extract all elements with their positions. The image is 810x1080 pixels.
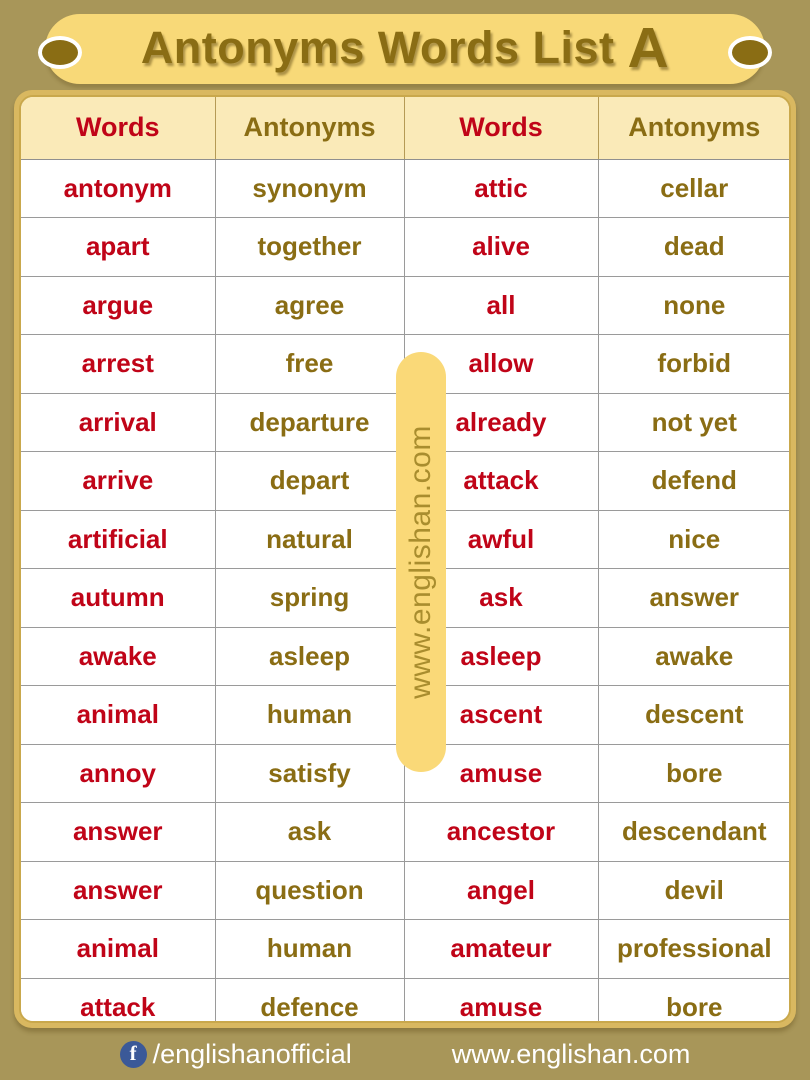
cell-antonym-2: cellar <box>598 159 789 218</box>
cell-antonym-2: answer <box>598 568 789 628</box>
cell-antonym-1: spring <box>215 568 405 628</box>
facebook-icon: f <box>119 1040 147 1068</box>
cell-antonym-2: dead <box>598 217 789 277</box>
page-title: Antonyms Words List A <box>45 14 765 84</box>
cell-antonym-2: devil <box>598 861 789 920</box>
cell-antonym-2: bore <box>598 744 789 803</box>
cell-word-1: annoy <box>21 744 216 803</box>
cell-word-2: all <box>404 276 599 335</box>
cell-word-2: ancestor <box>404 802 599 862</box>
cell-word-1: arrival <box>21 393 216 452</box>
watermark-badge: www.englishan.com <box>396 352 446 772</box>
cell-word-2: amateur <box>404 919 599 979</box>
table-row: attack defence amuse bore <box>21 978 789 1021</box>
cell-antonym-1: together <box>215 217 405 277</box>
cell-word-1: answer <box>21 861 216 920</box>
cell-antonym-1: free <box>215 334 405 394</box>
cell-word-1: awake <box>21 627 216 686</box>
cell-word-2: amuse <box>404 978 599 1021</box>
cell-antonym-1: satisfy <box>215 744 405 803</box>
cell-word-1: animal <box>21 685 216 745</box>
cell-antonym-2: descendant <box>598 802 789 862</box>
cell-word-1: animal <box>21 919 216 979</box>
cell-antonym-2: awake <box>598 627 789 686</box>
banner-dot-left-icon <box>38 36 82 69</box>
cell-antonym-1: agree <box>215 276 405 335</box>
cell-antonym-1: natural <box>215 510 405 569</box>
table-head: Words Antonyms Words Antonyms <box>21 97 789 160</box>
cell-word-2: alive <box>404 217 599 277</box>
cell-antonym-2: none <box>598 276 789 335</box>
table-row: animal human amateur professional <box>21 919 789 979</box>
cell-word-2: attic <box>404 159 599 218</box>
cell-antonym-2: forbid <box>598 334 789 394</box>
cell-word-1: attack <box>21 978 216 1021</box>
cell-word-1: argue <box>21 276 216 335</box>
cell-word-1: arrive <box>21 451 216 511</box>
title-banner: Antonyms Words List A <box>0 14 810 86</box>
facebook-handle: /englishanofficial <box>152 1038 352 1069</box>
cell-word-1: autumn <box>21 568 216 628</box>
cell-word-1: apart <box>21 217 216 277</box>
table-row: answer ask ancestor descendant <box>21 802 789 862</box>
cell-antonym-1: ask <box>215 802 405 862</box>
column-header-antonyms-1: Antonyms <box>215 97 405 160</box>
table-row: antonym synonym attic cellar <box>21 159 789 218</box>
table-row: apart together alive dead <box>21 217 789 277</box>
footer: f /englishanofficial www.englishan.com <box>0 1028 810 1080</box>
cell-antonym-2: nice <box>598 510 789 569</box>
cell-antonym-1: question <box>215 861 405 920</box>
column-header-words-1: Words <box>21 97 216 160</box>
column-header-antonyms-2: Antonyms <box>598 97 789 160</box>
cell-antonym-1: depart <box>215 451 405 511</box>
page-title-main: Antonyms Words List <box>140 22 628 73</box>
cell-word-1: artificial <box>21 510 216 569</box>
facebook-link[interactable]: f /englishanofficial <box>119 1038 352 1070</box>
cell-antonym-1: human <box>215 919 405 979</box>
cell-word-1: antonym <box>21 159 216 218</box>
cell-word-1: arrest <box>21 334 216 394</box>
cell-antonym-2: descent <box>598 685 789 745</box>
cell-antonym-1: departure <box>215 393 405 452</box>
cell-antonym-1: human <box>215 685 405 745</box>
cell-antonym-1: synonym <box>215 159 405 218</box>
table-header-row: Words Antonyms Words Antonyms <box>21 97 789 160</box>
cell-antonym-2: defend <box>598 451 789 511</box>
table-row: argue agree all none <box>21 276 789 335</box>
table-row: answer question angel devil <box>21 861 789 920</box>
cell-word-2: angel <box>404 861 599 920</box>
cell-antonym-2: bore <box>598 978 789 1021</box>
cell-antonym-1: asleep <box>215 627 405 686</box>
cell-antonym-1: defence <box>215 978 405 1021</box>
cell-word-1: answer <box>21 802 216 862</box>
cell-antonym-2: not yet <box>598 393 789 452</box>
banner-dot-right-icon <box>728 36 772 69</box>
website-url[interactable]: www.englishan.com <box>452 1039 691 1070</box>
watermark-text: www.englishan.com <box>404 425 437 699</box>
page-title-letter: A <box>627 16 670 80</box>
cell-antonym-2: professional <box>598 919 789 979</box>
column-header-words-2: Words <box>404 97 599 160</box>
